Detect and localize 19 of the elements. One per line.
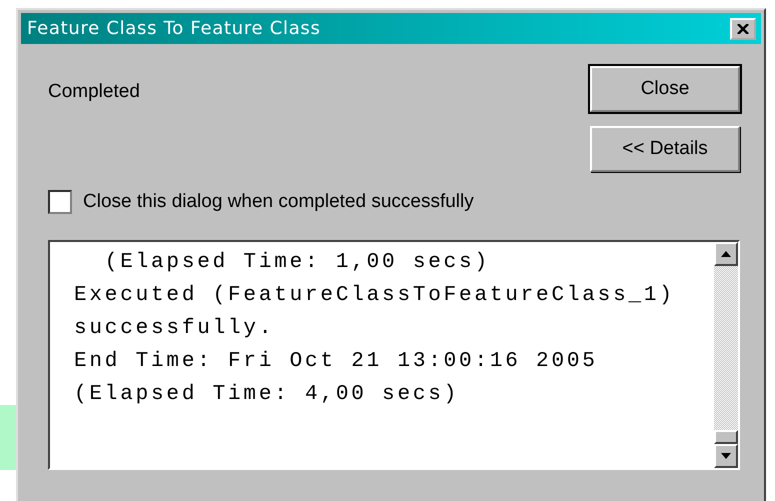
scroll-thumb[interactable] — [714, 430, 738, 444]
log-line: successfully. — [74, 316, 276, 342]
up-triangle-icon — [721, 251, 731, 257]
close-button[interactable] — [730, 18, 756, 40]
log-line: (Elapsed Time: 1,00 secs) — [104, 250, 491, 276]
close-icon — [737, 24, 749, 34]
dialog-button[interactable]: << Details — [590, 126, 740, 172]
checkbox-label: Close this dialog when completed successfully — [83, 191, 474, 213]
checkbox[interactable] — [48, 190, 72, 214]
status-text: Completed — [48, 81, 140, 103]
log-line: Executed (FeatureClassToFeatureClass_1) — [74, 283, 676, 309]
down-triangle-icon — [721, 453, 731, 459]
window-title: Feature Class To Feature Class — [27, 18, 321, 39]
dialog-button[interactable]: Close — [590, 66, 740, 112]
log-line: End Time: Fri Oct 21 13:00:16 2005 — [74, 349, 599, 375]
scrollbar[interactable] — [714, 242, 738, 468]
scroll-up-button[interactable] — [714, 242, 738, 266]
scroll-down-button[interactable] — [714, 444, 738, 468]
log-line: (Elapsed Time: 4,00 secs) — [74, 382, 460, 408]
